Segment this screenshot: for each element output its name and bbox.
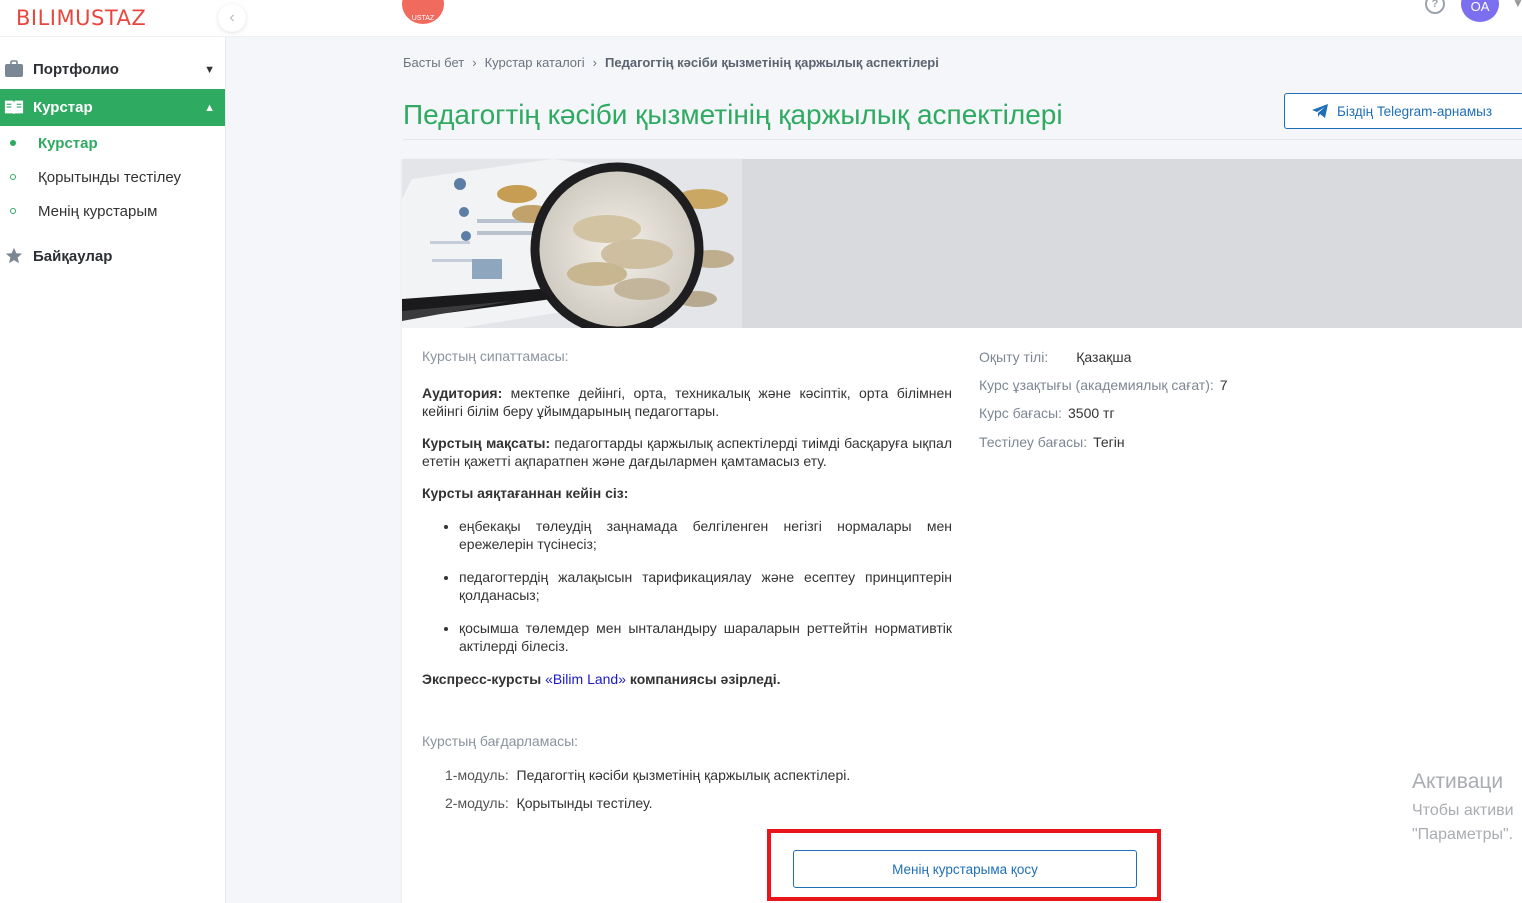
center-logo-text: USTAZ xyxy=(411,15,435,22)
info-label: Курс ұзақтығы (академиялық сағат): xyxy=(979,377,1214,393)
divider xyxy=(403,139,1522,140)
info-label: Оқыту тілі: xyxy=(979,349,1049,365)
info-value: 3500 тг xyxy=(1068,405,1115,421)
chevron-right-icon: › xyxy=(472,55,477,70)
breadcrumb: Басты бет › Курстар каталогі › Педагогті… xyxy=(403,55,939,70)
sidebar-item-portfolio[interactable]: Портфолио ▼ xyxy=(0,51,225,88)
top-bar: BILIMUSTAZ ‹ USTAZ ? OA ▼ xyxy=(0,0,1522,37)
book-icon xyxy=(4,100,24,115)
watermark-line: "Параметры". xyxy=(1412,826,1514,843)
center-logo[interactable]: USTAZ xyxy=(402,0,444,24)
telegram-channel-button[interactable]: Біздің Telegram-арнамыз xyxy=(1284,93,1522,129)
outcomes-list: еңбекақы төлеудің заңнамада белгіленген … xyxy=(422,517,952,655)
outcomes-label: Курсты аяқтағаннан кейін сіз: xyxy=(422,485,629,501)
info-value: Тегін xyxy=(1093,434,1125,450)
bullet-icon xyxy=(10,208,16,214)
course-banner-image xyxy=(402,159,1522,328)
highlight-box xyxy=(767,829,1161,901)
list-item: қосымша төлемдер мен ынталандыру шаралар… xyxy=(459,619,952,655)
goal-label: Курстың мақсаты: xyxy=(422,435,551,451)
info-duration: Курс ұзақтығы (академиялық сағат): 7 xyxy=(979,376,1228,394)
watermark-line: Активаци xyxy=(1412,770,1504,793)
info-language: Оқыту тілі: Қазақша xyxy=(979,348,1131,366)
info-price: Курс бағасы: 3500 тг xyxy=(979,404,1115,422)
sidebar-subitem-final-test[interactable]: Қорытынды тестілеу xyxy=(0,162,225,192)
logo[interactable]: BILIMUSTAZ xyxy=(16,6,146,30)
sidebar-item-contests[interactable]: Байқаулар xyxy=(0,238,225,275)
star-icon xyxy=(5,247,23,264)
breadcrumb-home[interactable]: Басты бет xyxy=(403,55,464,70)
goal-paragraph: Курстың мақсаты: педагогтарды қаржылық а… xyxy=(422,434,952,470)
module-name: 2-модуль: xyxy=(445,795,509,811)
avatar[interactable]: OA xyxy=(1461,0,1499,22)
info-value: 7 xyxy=(1219,377,1228,393)
breadcrumb-current: Педагогтің кәсіби қызметінің қаржылық ас… xyxy=(605,55,939,70)
telegram-icon xyxy=(1312,104,1328,118)
chevron-left-icon: ‹ xyxy=(229,9,235,26)
sidebar-item-courses[interactable]: Курстар ▲ xyxy=(0,89,225,126)
activation-watermark: Активаци Чтобы активи "Параметры". xyxy=(1412,770,1514,844)
briefcase-icon xyxy=(5,60,23,77)
sidebar-item-label: Байқаулар xyxy=(33,248,113,265)
info-label: Курс бағасы: xyxy=(979,405,1063,421)
developer-note: Экспресс-курсты «Bilim Land» компаниясы … xyxy=(422,670,952,688)
info-label: Тестілеу бағасы: xyxy=(979,434,1088,450)
avatar-initials: OA xyxy=(1470,0,1490,14)
chevron-down-icon[interactable]: ▼ xyxy=(1512,0,1522,10)
program-module-1: 1-модуль: Педагогтің кәсіби қызметінің қ… xyxy=(445,767,850,783)
sidebar-subitem-label: Менің курстарым xyxy=(38,202,158,220)
developer-prefix: Экспресс-курсты xyxy=(422,671,546,687)
audience-label: Аудитория: xyxy=(422,385,503,401)
sidebar: Портфолио ▼ Курстар ▲ Курстар Қорытынды … xyxy=(0,37,226,903)
bullet-icon xyxy=(10,174,16,180)
sidebar-item-label: Курстар xyxy=(33,99,93,116)
chevron-down-icon: ▼ xyxy=(204,63,215,76)
sidebar-subitem-my-courses[interactable]: Менің курстарым xyxy=(0,196,225,226)
audience-text: мектепке дейінгі, орта, техникалық және … xyxy=(422,385,952,419)
sidebar-item-label: Портфолио xyxy=(33,61,119,78)
telegram-button-label: Біздің Telegram-арнамыз xyxy=(1337,103,1493,119)
bullet-icon xyxy=(10,140,16,146)
sidebar-subitem-label: Қорытынды тестілеу xyxy=(38,168,182,186)
info-test-price: Тестілеу бағасы: Тегін xyxy=(979,433,1125,451)
info-value: Қазақша xyxy=(1076,349,1132,365)
collapse-sidebar-button[interactable]: ‹ xyxy=(218,4,246,32)
description-label: Курстың сипаттамасы: xyxy=(422,348,569,364)
list-item: педагогтердің жалақысын тарификациялау ж… xyxy=(459,568,952,604)
sidebar-subitem-label: Курстар xyxy=(38,134,98,152)
program-label: Курстың бағдарламасы: xyxy=(422,733,579,749)
course-card: Курстың сипаттамасы: Аудитория: мектепке… xyxy=(402,159,1522,903)
audience-paragraph: Аудитория: мектепке дейінгі, орта, техни… xyxy=(422,384,952,420)
breadcrumb-catalog[interactable]: Курстар каталогі xyxy=(485,55,585,70)
course-description: Курстың сипаттамасы: Аудитория: мектепке… xyxy=(422,347,952,688)
bilim-land-link[interactable]: «Bilim Land» xyxy=(545,671,626,687)
chevron-right-icon: › xyxy=(592,55,598,70)
module-title: Қорытынды тестілеу. xyxy=(516,795,653,811)
list-item: еңбекақы төлеудің заңнамада белгіленген … xyxy=(459,517,952,553)
page-title: Педагогтің кәсіби қызметінің қаржылық ас… xyxy=(403,99,1063,130)
question-circle-icon[interactable]: ? xyxy=(1425,0,1445,14)
chevron-up-icon: ▲ xyxy=(204,101,215,114)
developer-suffix: компаниясы әзірледі. xyxy=(626,671,781,687)
watermark-line: Чтобы активи xyxy=(1412,802,1514,819)
module-name: 1-модуль: xyxy=(445,767,509,783)
sidebar-subitem-courses[interactable]: Курстар xyxy=(0,128,225,158)
outcomes-heading: Курсты аяқтағаннан кейін сіз: xyxy=(422,484,952,502)
program-module-2: 2-модуль: Қорытынды тестілеу. xyxy=(445,795,653,811)
module-title: Педагогтің кәсіби қызметінің қаржылық ас… xyxy=(516,767,851,783)
